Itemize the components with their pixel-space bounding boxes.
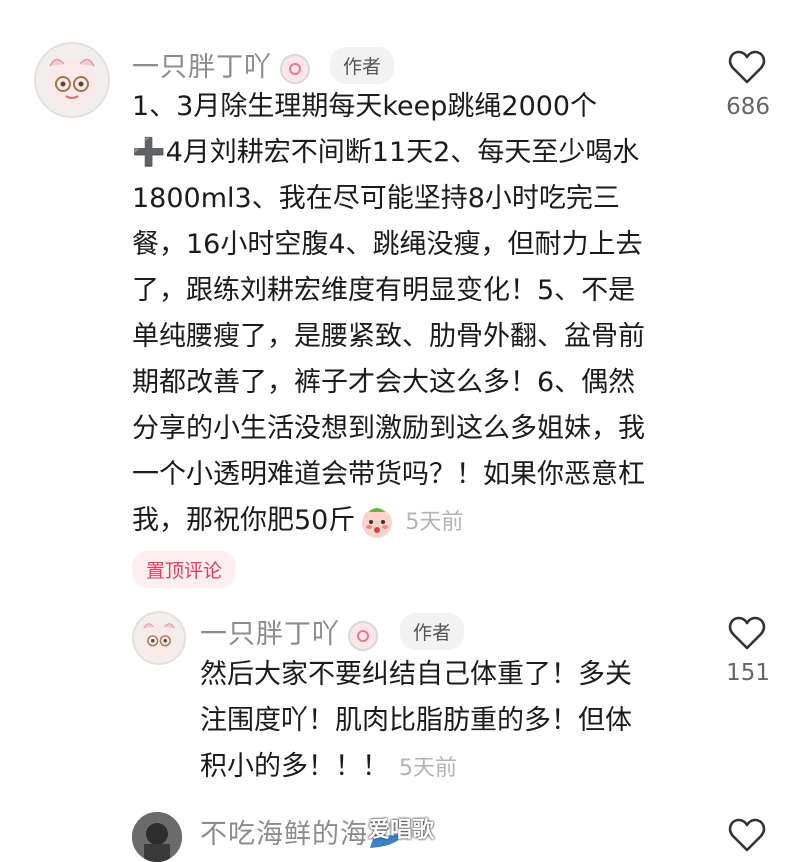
comment-body: 1、3月除生理期每天keep跳绳2000个 ➕4月刘耕宏不间断11天2、每天至少… — [132, 84, 645, 546]
comment-line: 单纯腰瘦了，是腰紧致、肋骨外翻、盆骨前 — [132, 321, 645, 352]
reply-line: 积小的多！！！ 5天前 — [200, 744, 632, 792]
comment-time: 5天前 — [405, 510, 464, 535]
heart-icon[interactable] — [727, 48, 767, 86]
heart-icon[interactable] — [727, 816, 767, 854]
avatar-photo — [132, 812, 182, 862]
reply-line: 注围度吖！肌肉比脂肪重的多！但体 — [200, 705, 632, 736]
comment-line: 我，那祝你肥50斤 5天前 — [132, 498, 645, 546]
comment-line: 1800ml3、我在尽可能坚持8小时吃完三 — [132, 183, 620, 214]
reply-body: 然后大家不要纠结自己体重了！多关 注围度吖！肌肉比脂肪重的多！但体 积小的多！！… — [200, 652, 632, 792]
comment-last-text: 我，那祝你肥50斤 — [132, 505, 356, 536]
comment-line: 了，跟练刘耕宏维度有明显变化！5、不是 — [132, 275, 636, 306]
pinned-comment-tag: 置顶评论 — [132, 551, 237, 588]
reply-username[interactable]: 一只胖丁吖 — [200, 612, 378, 651]
like-count: 151 — [726, 660, 770, 686]
comment-line: ➕4月刘耕宏不间断11天2、每天至少喝水 — [132, 137, 640, 168]
heart-icon[interactable] — [727, 614, 767, 652]
reply-time: 5天前 — [399, 756, 457, 781]
author-tag: 作者 — [400, 613, 465, 650]
comment-line: 1、3月除生理期每天keep跳绳2000个 — [132, 91, 598, 122]
like-count: 686 — [726, 94, 770, 120]
author-tag: 作者 — [330, 47, 395, 84]
cake-badge-icon — [280, 53, 310, 84]
comment-line: 一个小透明难道会带货吗？！如果你恶意杠 — [132, 459, 645, 490]
comment-line: 期都改善了，裤子才会大这么多！6、偶然 — [132, 367, 636, 398]
comment-username[interactable]: 一只胖丁吖 — [132, 45, 310, 84]
avatar[interactable] — [34, 42, 110, 118]
cake-badge-icon — [348, 620, 378, 651]
comment-line: 分享的小生活没想到激励到这么多姐妹，我 — [132, 413, 645, 444]
blush-face-emoji — [362, 507, 393, 538]
reply-last-text: 积小的多！！！ — [200, 751, 389, 782]
avatar-illustration — [142, 623, 176, 658]
avatar[interactable] — [132, 812, 182, 862]
watermark: 爱唱歌 — [368, 818, 435, 843]
avatar[interactable] — [132, 611, 186, 665]
avatar-illustration — [48, 58, 96, 108]
comment-line: 餐，16小时空腹4、跳绳没瘦，但耐力上去 — [132, 229, 643, 260]
reply-line: 然后大家不要纠结自己体重了！多关 — [200, 659, 632, 690]
